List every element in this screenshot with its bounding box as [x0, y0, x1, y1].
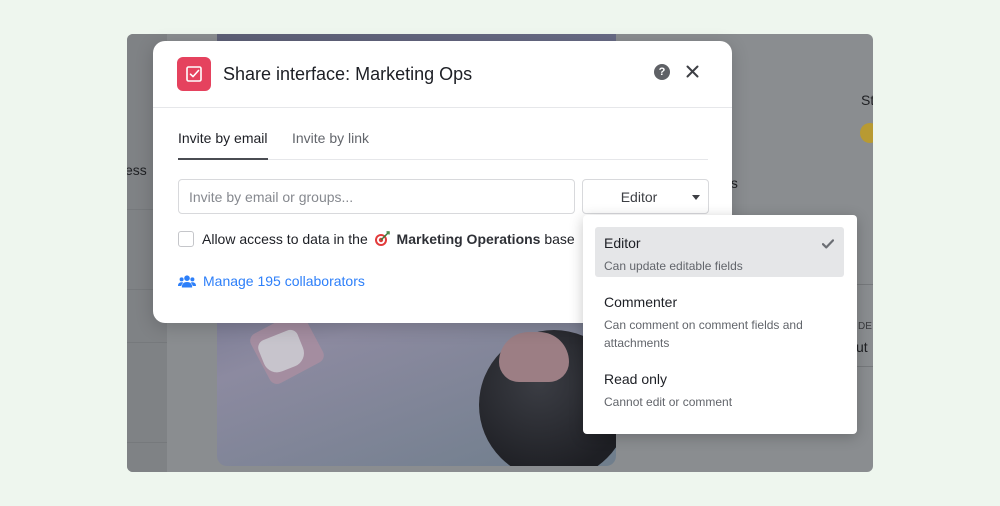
tab-invite-by-email[interactable]: Invite by email: [178, 130, 269, 160]
background-divider: [857, 284, 873, 285]
role-option-title: Editor: [604, 235, 641, 251]
manage-collaborators-label: Manage 195 collaborators: [203, 273, 365, 289]
background-divider: [127, 442, 167, 443]
checkbox-label-prefix: Allow access to data in the: [202, 231, 368, 247]
invite-tabs: Invite by email Invite by link: [178, 127, 708, 160]
caret-down-icon: [692, 195, 700, 200]
background-label: ess: [127, 162, 147, 178]
background-label: ut: [856, 339, 868, 355]
checkbox-label-suffix: base: [544, 231, 575, 247]
background-divider: [857, 366, 873, 367]
checkbox-icon: [177, 57, 211, 91]
background-label: DE: [858, 321, 872, 332]
photo-hand: [499, 332, 569, 382]
question-circle-icon[interactable]: ?: [654, 64, 670, 80]
tab-invite-by-link[interactable]: Invite by link: [292, 130, 369, 146]
modal-header: Share interface: Marketing Ops ?: [153, 41, 732, 108]
role-option-description: Can comment on comment fields and attach…: [604, 318, 803, 350]
people-icon: [178, 274, 196, 288]
role-select[interactable]: Editor: [582, 179, 709, 214]
manage-collaborators-link[interactable]: Manage 195 collaborators: [178, 273, 365, 289]
check-icon: [821, 236, 835, 254]
role-select-value: Editor: [620, 189, 658, 205]
dart-target-icon: [374, 231, 390, 250]
allow-data-access-label: Allow access to data in the Marketing Op…: [202, 231, 575, 250]
role-dropdown-menu: Editor Can update editable fields Commen…: [583, 215, 857, 434]
base-name: Marketing Operations: [396, 231, 541, 247]
close-icon[interactable]: [683, 62, 701, 80]
role-option-description: Can update editable fields: [604, 259, 743, 273]
role-option-title: Commenter: [604, 294, 678, 310]
role-option-commenter[interactable]: Commenter Can comment on comment fields …: [595, 286, 844, 352]
invite-email-input[interactable]: [178, 179, 575, 214]
background-label: St: [861, 92, 873, 108]
role-option-title: Read only: [604, 371, 668, 387]
modal-title: Share interface: Marketing Ops: [223, 64, 473, 84]
allow-data-access-checkbox[interactable]: [178, 231, 194, 247]
background-divider: [127, 342, 167, 343]
background-badge: [860, 123, 873, 143]
role-option-editor[interactable]: Editor Can update editable fields: [595, 227, 844, 277]
role-option-read-only[interactable]: Read only Cannot edit or comment: [595, 363, 844, 413]
role-option-description: Cannot edit or comment: [604, 395, 733, 409]
